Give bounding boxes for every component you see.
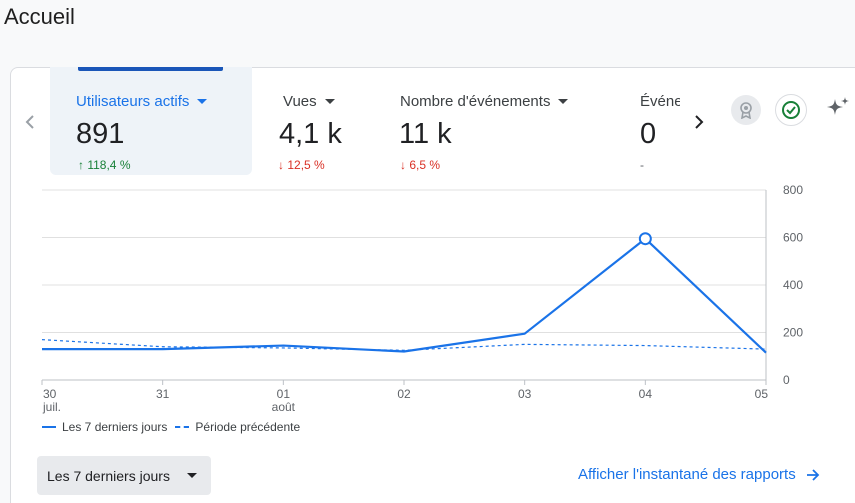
chevron-right-icon[interactable] xyxy=(688,110,710,134)
legend-item-current: Les 7 derniers jours xyxy=(42,420,167,434)
y-tick-label: 400 xyxy=(783,278,803,292)
metric-label: Utilisateurs actifs xyxy=(76,93,190,110)
metric-value: 4,1 k xyxy=(279,118,342,150)
x-tick-label: juil. xyxy=(42,400,61,414)
arrow-down-icon: ↓ xyxy=(278,158,284,172)
metric-delta: - xyxy=(640,158,644,172)
caret-down-icon xyxy=(187,473,197,478)
report-link-label: Afficher l'instantané des rapports xyxy=(578,466,796,483)
x-tick-label: 03 xyxy=(518,387,532,401)
date-range-select[interactable]: Les 7 derniers jours xyxy=(37,456,211,495)
y-tick-label: 200 xyxy=(783,326,803,340)
metric-tab-event-count[interactable]: Nombre d'événements 11 k ↓ 6,5 % xyxy=(390,67,620,175)
series-line-current xyxy=(42,237,767,354)
x-tick-label: 01 xyxy=(277,387,291,401)
metric-tab-active-users[interactable]: Utilisateurs actifs 891 ↑ 118,4 % xyxy=(50,67,252,175)
x-tick-label: 30 xyxy=(43,387,57,401)
y-tick-label: 0 xyxy=(783,373,790,387)
view-reports-snapshot-link[interactable]: Afficher l'instantané des rapports xyxy=(578,466,820,483)
active-tab-indicator xyxy=(78,67,223,71)
arrow-right-icon xyxy=(806,468,820,482)
metric-value: 0 xyxy=(640,118,657,150)
y-tick-label: 800 xyxy=(783,183,803,197)
metric-tab-views[interactable]: Vues 4,1 k ↓ 12,5 % xyxy=(256,67,386,175)
chart-legend: Les 7 derniers jours Période précédente xyxy=(42,420,308,434)
x-tick-label: 02 xyxy=(397,387,411,401)
metric-delta: 6,5 % xyxy=(409,158,441,172)
sparkle-icon[interactable] xyxy=(823,93,853,123)
page-title: Accueil xyxy=(4,4,75,29)
legend-swatch-dashed xyxy=(175,426,190,428)
caret-down-icon xyxy=(197,99,208,104)
metric-value: 11 k xyxy=(399,118,452,150)
metric-delta: 118,4 % xyxy=(87,158,131,172)
x-tick-label: 05 xyxy=(755,387,769,401)
metric-value: 891 xyxy=(76,118,125,150)
caret-down-icon xyxy=(324,99,335,104)
x-tick-label: 04 xyxy=(639,387,653,401)
check-circle-icon[interactable] xyxy=(775,94,807,126)
arrow-down-icon: ↓ xyxy=(400,158,406,172)
line-chart: 800 600 400 200 0 30juil. 31 01août 02 03 04 05 xyxy=(41,183,803,414)
highlighted-data-point xyxy=(638,232,652,246)
y-tick-label: 600 xyxy=(783,231,803,245)
arrow-up-icon: ↑ xyxy=(78,158,84,172)
x-tick-label: août xyxy=(272,400,296,414)
legend-label: Période précédente xyxy=(195,420,301,434)
legend-label: Les 7 derniers jours xyxy=(62,420,168,434)
x-tick-label: 31 xyxy=(156,387,170,401)
date-range-label: Les 7 derniers jours xyxy=(47,467,170,484)
chevron-left-icon[interactable] xyxy=(19,110,41,134)
award-icon[interactable] xyxy=(731,95,761,125)
caret-down-icon xyxy=(558,99,569,104)
metric-label: Événe xyxy=(640,93,680,110)
legend-swatch-solid xyxy=(42,426,56,428)
metric-label: Nombre d'événements xyxy=(400,93,551,110)
legend-item-previous: Période précédente xyxy=(175,420,300,434)
metric-delta: 12,5 % xyxy=(287,158,325,172)
metric-label: Vues xyxy=(283,93,317,110)
metric-tab-events-truncated[interactable]: Événe 0 - xyxy=(630,67,680,175)
